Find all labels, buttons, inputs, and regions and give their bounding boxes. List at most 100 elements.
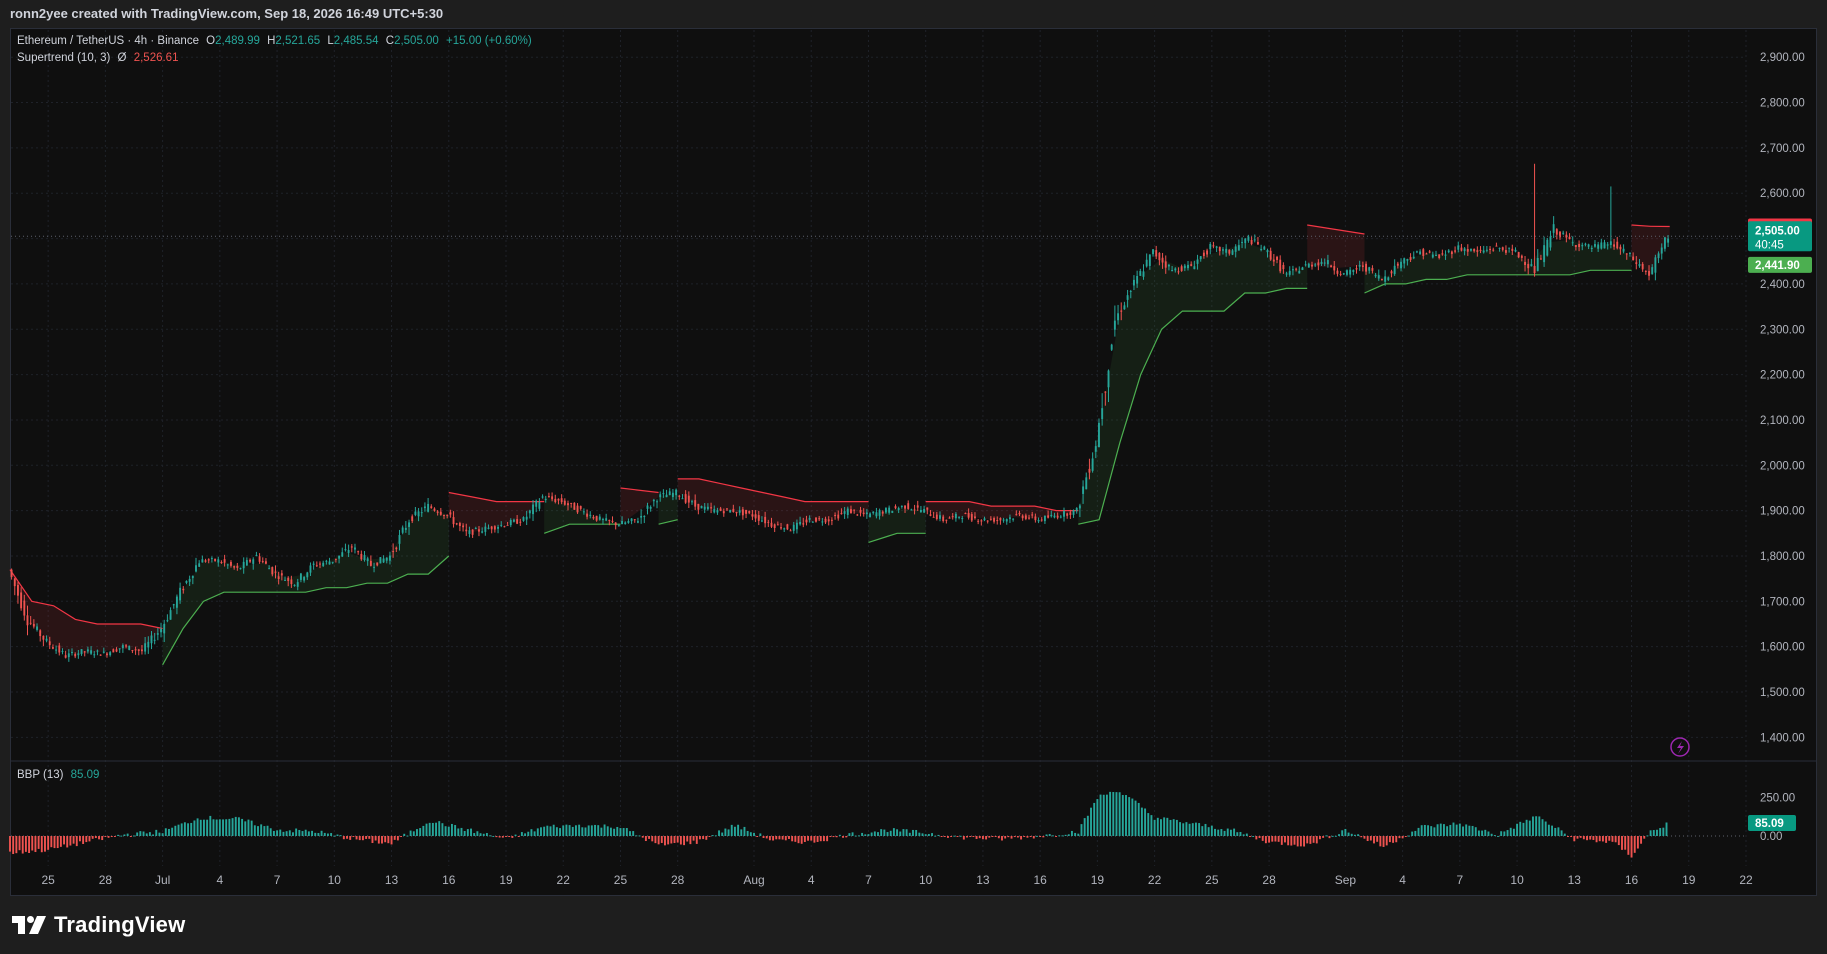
candle-body[interactable] <box>1422 249 1425 256</box>
candle-body[interactable] <box>1625 253 1628 255</box>
candle-body[interactable] <box>713 509 716 513</box>
candle-body[interactable] <box>1094 446 1097 452</box>
candle-body[interactable] <box>287 577 290 582</box>
candle-body[interactable] <box>872 511 875 514</box>
candle-body[interactable] <box>140 649 143 652</box>
candle-body[interactable] <box>1104 391 1107 393</box>
candle-body[interactable] <box>939 515 941 519</box>
candle-body[interactable] <box>560 498 563 503</box>
candle-body[interactable] <box>1549 236 1552 248</box>
candle-body[interactable] <box>967 512 970 518</box>
candle-body[interactable] <box>1091 458 1094 471</box>
candle-body[interactable] <box>268 568 271 570</box>
candle-body[interactable] <box>150 635 153 644</box>
candle-body[interactable] <box>1346 270 1348 275</box>
candle-body[interactable] <box>916 505 919 508</box>
candle-body[interactable] <box>144 643 147 652</box>
candle-body[interactable] <box>643 515 646 517</box>
candle-body[interactable] <box>296 582 299 587</box>
candle-body[interactable] <box>726 508 728 510</box>
candle-body[interactable] <box>106 653 108 656</box>
candle-body[interactable] <box>1581 245 1584 247</box>
symbol-name[interactable]: Ethereum / TetherUS · 4h · Binance <box>17 35 199 47</box>
candle-body[interactable] <box>751 514 754 517</box>
candle-body[interactable] <box>827 519 830 522</box>
candle-body[interactable] <box>1380 279 1383 281</box>
candle-body[interactable] <box>274 571 277 573</box>
candle-body[interactable] <box>964 512 967 515</box>
candle-body[interactable] <box>697 503 700 510</box>
candle-body[interactable] <box>811 521 814 523</box>
candle-body[interactable] <box>942 516 945 522</box>
candle-body[interactable] <box>233 566 236 568</box>
candle-body[interactable] <box>271 567 274 575</box>
candle-body[interactable] <box>1164 261 1167 268</box>
candle-body[interactable] <box>325 560 328 562</box>
candle-body[interactable] <box>897 508 900 510</box>
candle-body[interactable] <box>1247 236 1250 241</box>
candle-body[interactable] <box>1409 257 1412 260</box>
candle-body[interactable] <box>1657 253 1660 259</box>
candle-body[interactable] <box>1177 271 1180 273</box>
candle-body[interactable] <box>611 520 614 522</box>
candle-body[interactable] <box>1342 273 1345 275</box>
candle-body[interactable] <box>90 650 93 654</box>
candle-body[interactable] <box>175 596 178 608</box>
candle-body[interactable] <box>443 515 445 517</box>
candle-body[interactable] <box>621 520 624 525</box>
candle-body[interactable] <box>919 509 922 513</box>
candle-body[interactable] <box>1317 262 1320 266</box>
candle-body[interactable] <box>1320 261 1323 264</box>
candle-body[interactable] <box>573 502 576 510</box>
candle-body[interactable] <box>153 639 156 641</box>
candle-body[interactable] <box>1326 260 1329 265</box>
candle-body[interactable] <box>1056 515 1059 518</box>
candle-body[interactable] <box>338 555 341 559</box>
candle-body[interactable] <box>528 510 531 514</box>
candle-body[interactable] <box>989 518 992 520</box>
candle-body[interactable] <box>1282 265 1285 270</box>
candle-body[interactable] <box>452 517 455 525</box>
candle-body[interactable] <box>1171 270 1174 272</box>
candle-body[interactable] <box>923 508 926 513</box>
candle-body[interactable] <box>462 525 465 528</box>
candle-body[interactable] <box>1562 232 1565 234</box>
candle-body[interactable] <box>554 498 557 502</box>
candle-body[interactable] <box>1301 267 1304 270</box>
candle-body[interactable] <box>764 516 767 524</box>
candle-body[interactable] <box>354 547 356 550</box>
candle-body[interactable] <box>23 600 26 616</box>
candle-body[interactable] <box>633 519 636 521</box>
candle-body[interactable] <box>780 527 782 529</box>
candle-body[interactable] <box>1444 254 1447 256</box>
candle-body[interactable] <box>935 514 938 520</box>
candle-body[interactable] <box>904 505 906 509</box>
candle-body[interactable] <box>1476 250 1479 252</box>
candle-body[interactable] <box>509 519 512 526</box>
candle-body[interactable] <box>264 561 267 564</box>
candle-body[interactable] <box>1110 344 1113 350</box>
candle-body[interactable] <box>760 520 763 522</box>
candle-body[interactable] <box>102 651 105 653</box>
candle-body[interactable] <box>541 496 544 498</box>
candle-body[interactable] <box>261 561 264 563</box>
candle-body[interactable] <box>1005 519 1008 522</box>
candle-body[interactable] <box>783 528 786 530</box>
candle-body[interactable] <box>859 509 862 513</box>
candle-body[interactable] <box>156 633 159 635</box>
candle-body[interactable] <box>1555 229 1558 235</box>
candle-body[interactable] <box>1199 256 1202 260</box>
candle-body[interactable] <box>1336 270 1339 274</box>
candle-body[interactable] <box>93 654 96 656</box>
tradingview-logo[interactable]: TradingView <box>12 910 185 940</box>
candle-body[interactable] <box>420 512 423 514</box>
candle-body[interactable] <box>1517 252 1520 258</box>
candle-body[interactable] <box>888 507 891 513</box>
candle-body[interactable] <box>303 577 306 581</box>
candle-body[interactable] <box>980 520 983 522</box>
candle-body[interactable] <box>954 513 957 519</box>
candle-body[interactable] <box>328 561 331 565</box>
candle-body[interactable] <box>1043 515 1046 522</box>
candle-body[interactable] <box>1040 519 1043 521</box>
candle-body[interactable] <box>503 526 506 528</box>
